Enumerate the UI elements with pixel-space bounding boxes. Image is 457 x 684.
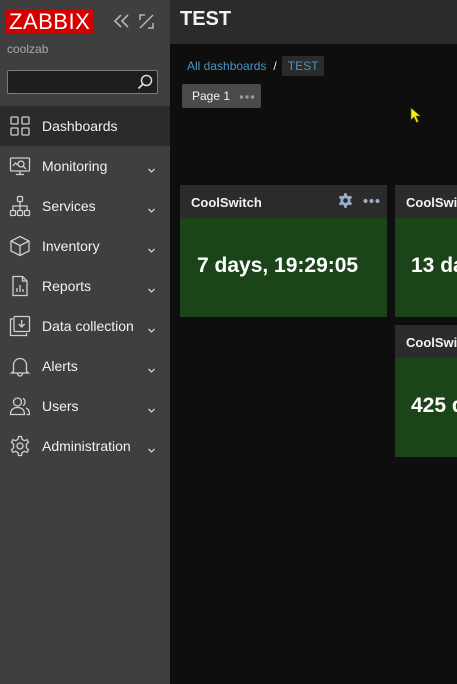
- menu-item-monitoring[interactable]: Monitoring: [0, 146, 170, 186]
- server-name: coolzab: [7, 42, 49, 56]
- kiosk-mode-icon[interactable]: [137, 12, 155, 30]
- reports-icon: [9, 275, 31, 297]
- zabbix-logo[interactable]: ZABBIX: [6, 9, 94, 34]
- mouse-cursor-icon: [410, 107, 422, 124]
- zabbix-app: ZABBIX coolzab Dashboards Monitoring Ser…: [0, 0, 457, 684]
- menu-item-services[interactable]: Services: [0, 186, 170, 226]
- tab-page-1[interactable]: Page 1: [182, 84, 261, 108]
- chevron-down-icon: [147, 202, 156, 213]
- chevron-down-icon: [147, 442, 156, 453]
- gear-icon: [9, 435, 31, 457]
- chevron-down-icon: [147, 402, 156, 413]
- menu-label: Administration: [42, 438, 131, 454]
- menu-item-alerts[interactable]: Alerts: [0, 346, 170, 386]
- search-input[interactable]: [8, 71, 132, 93]
- chevron-down-icon: [147, 322, 156, 333]
- data-collection-icon: [9, 315, 31, 337]
- widget-value-area: 425 days: [395, 358, 457, 457]
- breadcrumb-current-dashboard[interactable]: TEST: [281, 56, 325, 76]
- chevron-down-icon: [147, 282, 156, 293]
- bell-icon: [9, 355, 31, 377]
- chevron-down-icon: [147, 362, 156, 373]
- menu-label: Users: [42, 398, 79, 414]
- widget-header: CoolSwitch: [180, 185, 387, 218]
- tab-label: Page 1: [192, 89, 231, 103]
- menu-item-users[interactable]: Users: [0, 386, 170, 426]
- widget-title: CoolSwitch: [406, 195, 457, 210]
- widget-title: CoolSwitch: [191, 195, 262, 210]
- widget-title: CoolSwitch: [406, 335, 457, 350]
- search-icon[interactable]: [136, 73, 154, 91]
- menu-label: Dashboards: [42, 118, 118, 134]
- widget-value: 13 days: [411, 254, 457, 277]
- more-options-icon[interactable]: [239, 90, 255, 102]
- widget-value-area: 7 days, 19:29:05: [180, 218, 387, 317]
- page-title: TEST: [180, 8, 232, 30]
- menu-label: Services: [42, 198, 96, 214]
- breadcrumb-all-dashboards-link[interactable]: All dashboards: [187, 59, 266, 73]
- menu-item-reports[interactable]: Reports: [0, 266, 170, 306]
- widget-settings-gear-icon[interactable]: [337, 192, 354, 209]
- users-icon: [9, 395, 31, 417]
- breadcrumb: All dashboards / TEST: [187, 55, 325, 77]
- collapse-sidebar-icon[interactable]: [113, 12, 131, 30]
- menu-label: Inventory: [42, 238, 100, 254]
- monitoring-icon: [9, 155, 31, 177]
- dashboards-icon: [9, 115, 31, 137]
- widget-item-value[interactable]: CoolSwitch 13 days: [395, 185, 457, 317]
- dashboard-main: TEST All dashboards / TEST Page 1 CoolSw…: [170, 0, 457, 684]
- menu-label: Alerts: [42, 358, 78, 374]
- widget-value: 7 days, 19:29:05: [197, 254, 359, 277]
- widget-header: CoolSwitch: [395, 325, 457, 358]
- chevron-down-icon: [147, 162, 156, 173]
- chevron-down-icon: [147, 242, 156, 253]
- search-field: [7, 70, 158, 94]
- menu-item-inventory[interactable]: Inventory: [0, 226, 170, 266]
- menu-label: Reports: [42, 278, 92, 294]
- menu-item-dashboards[interactable]: Dashboards: [0, 106, 170, 146]
- widget-header: CoolSwitch: [395, 185, 457, 218]
- widget-item-value[interactable]: CoolSwitch 7 days, 19:29:05: [180, 185, 387, 317]
- main-menu: Dashboards Monitoring Services Inventory…: [0, 106, 170, 466]
- services-icon: [9, 195, 31, 217]
- widget-more-options-icon[interactable]: [363, 194, 380, 208]
- widget-value: 425 days: [411, 394, 457, 417]
- menu-item-data-collection[interactable]: Data collection: [0, 306, 170, 346]
- widget-value-area: 13 days: [395, 218, 457, 317]
- breadcrumb-separator: /: [273, 59, 277, 73]
- widget-item-value[interactable]: CoolSwitch 425 days: [395, 325, 457, 457]
- menu-item-administration[interactable]: Administration: [0, 426, 170, 466]
- inventory-icon: [9, 235, 31, 257]
- menu-label: Data collection: [42, 318, 134, 334]
- sidebar: ZABBIX coolzab Dashboards Monitoring Ser…: [0, 0, 170, 684]
- page-header: TEST: [170, 0, 457, 44]
- menu-label: Monitoring: [42, 158, 108, 174]
